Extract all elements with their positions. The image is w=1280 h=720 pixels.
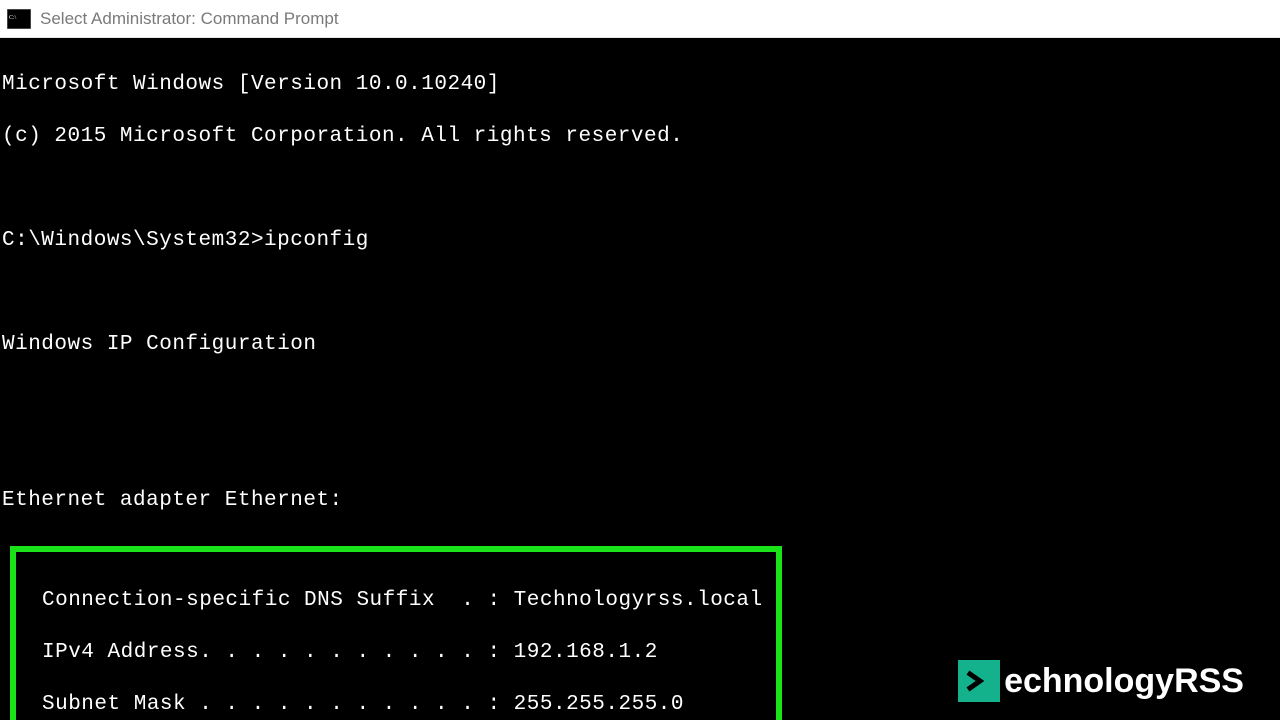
- branding-logo: echnologyRSS: [958, 660, 1244, 702]
- adapter1-dns-suffix: Connection-specific DNS Suffix . : Techn…: [16, 588, 776, 614]
- adapter1-ipv4: IPv4 Address. . . . . . . . . . . : 192.…: [16, 640, 776, 666]
- logo-arrow-icon: [958, 660, 1000, 702]
- logo-text: echnologyRSS: [1004, 668, 1244, 694]
- ipconfig-heading: Windows IP Configuration: [0, 332, 1280, 358]
- svg-text:C:\: C:\: [9, 15, 17, 21]
- blank-line: [0, 280, 1280, 306]
- copyright-line: (c) 2015 Microsoft Corporation. All righ…: [0, 124, 1280, 150]
- adapter1-heading: Ethernet adapter Ethernet:: [0, 488, 1280, 514]
- window-title: Select Administrator: Command Prompt: [40, 9, 339, 29]
- os-version-line: Microsoft Windows [Version 10.0.10240]: [0, 72, 1280, 98]
- blank-line: [0, 384, 1280, 410]
- highlight-box: Connection-specific DNS Suffix . : Techn…: [10, 546, 782, 720]
- terminal-output[interactable]: Microsoft Windows [Version 10.0.10240] (…: [0, 38, 1280, 720]
- blank-line: [0, 176, 1280, 202]
- cmd-icon: C:\: [6, 8, 32, 30]
- window-titlebar[interactable]: C:\ Select Administrator: Command Prompt: [0, 0, 1280, 38]
- prompt-line: C:\Windows\System32>ipconfig: [0, 228, 1280, 254]
- blank-line: [0, 436, 1280, 462]
- adapter1-subnet: Subnet Mask . . . . . . . . . . . : 255.…: [16, 692, 776, 718]
